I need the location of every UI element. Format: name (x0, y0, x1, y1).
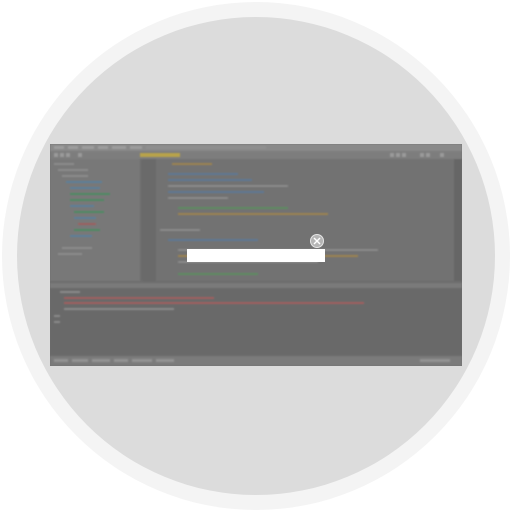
status-bar (50, 356, 462, 366)
project-tree-panel (50, 159, 140, 281)
editor-scrollbar (454, 159, 462, 281)
tool-bar (50, 151, 462, 159)
search-input[interactable] (187, 249, 325, 262)
close-icon (313, 237, 321, 245)
run-console (50, 283, 462, 356)
menu-bar (50, 144, 462, 151)
close-button[interactable] (310, 234, 324, 248)
code-editor (142, 159, 454, 281)
